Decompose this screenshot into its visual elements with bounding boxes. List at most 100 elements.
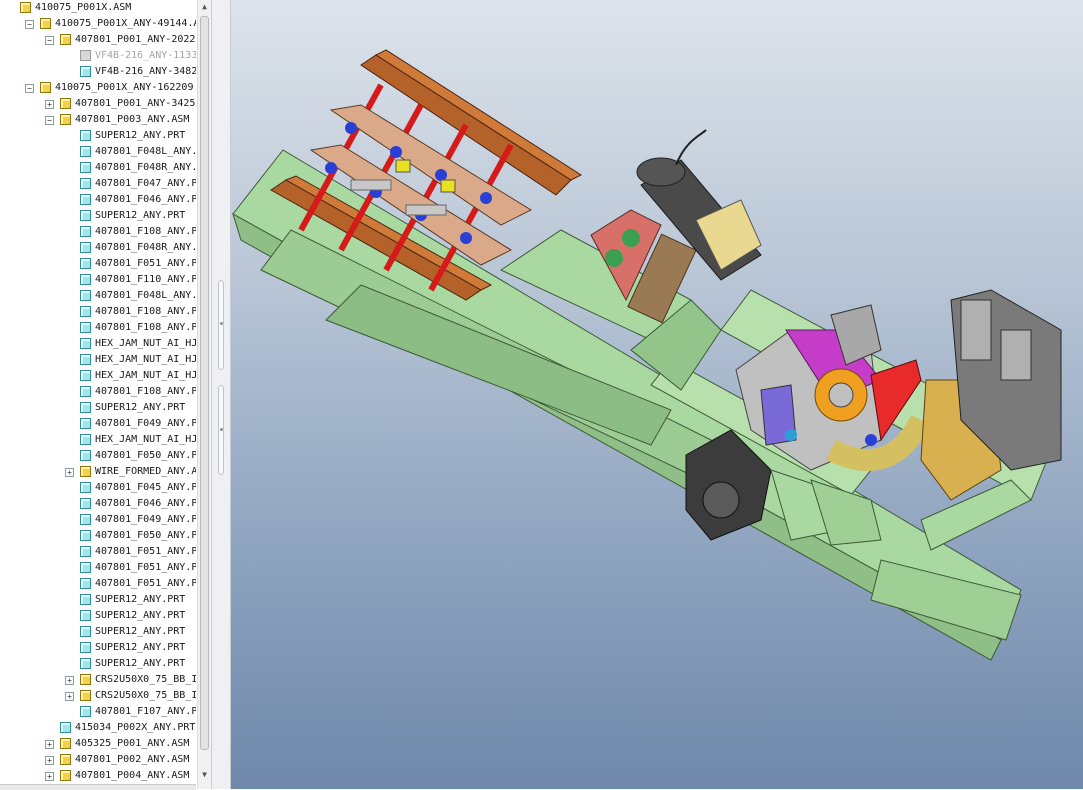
tree-item[interactable]: 410075_P001X.ASM [0,0,196,16]
pane-splitter[interactable] [211,0,231,789]
tree-item[interactable]: VF4B-216_ANY-113367 [0,48,196,64]
part-icon [80,626,91,637]
tree-item[interactable]: + CRS2U50X0_75_BB_I_T [0,688,196,704]
tree-item[interactable]: SUPER12_ANY.PRT [0,592,196,608]
tree-item[interactable]: 407801_F049_ANY.PRT [0,416,196,432]
3d-graphics-viewport[interactable] [231,0,1083,789]
tree-item-label: 407801_P001_ANY-202231 [75,34,196,45]
assembly-icon [60,114,71,125]
tree-item[interactable]: +407801_P004_ANY.ASM [0,768,196,784]
tree-item[interactable]: 407801_F050_ANY.PRT [0,528,196,544]
assembly-icon [80,466,91,477]
part-icon [80,642,91,653]
tree-item[interactable]: SUPER12_ANY.PRT [0,608,196,624]
collapse-icon[interactable]: − [45,116,54,125]
part-icon [80,498,91,509]
tree-item-label: 407801_F108_ANY.PRT [95,322,196,333]
tree-item-label: HEX_JAM_NUT_AI_HJNU [95,338,196,349]
tree-item[interactable]: + WIRE_FORMED_ANY.ASM [0,464,196,480]
collapse-icon[interactable]: − [25,20,34,29]
scroll-down-arrow-icon[interactable]: ▼ [198,768,211,782]
tree-item-label: SUPER12_ANY.PRT [95,130,186,141]
part-icon [80,610,91,621]
tree-scrollbar[interactable]: ▲ ▼ [197,0,211,789]
assembly-icon [60,754,71,765]
tree-item[interactable]: SUPER12_ANY.PRT [0,656,196,672]
tree-item[interactable]: SUPER12_ANY.PRT [0,208,196,224]
tree-item[interactable]: 407801_F048R_ANY.PR [0,160,196,176]
tree-item[interactable]: HEX_JAM_NUT_AI_HJNU [0,432,196,448]
tree-item[interactable]: 407801_F108_ANY.PRT [0,320,196,336]
part-icon [80,242,91,253]
tree-item-label: 407801_F045_ANY.PRT [95,482,196,493]
tree-item[interactable]: +407801_P001_ANY-342579 [0,96,196,112]
part-icon [80,338,91,349]
tree-item[interactable]: +407801_P002_ANY.ASM [0,752,196,768]
tree-item-label: 407801_F108_ANY.PRT [95,386,196,397]
tree-item[interactable]: SUPER12_ANY.PRT [0,400,196,416]
scroll-up-arrow-icon[interactable]: ▲ [198,0,211,14]
part-icon [60,722,71,733]
tree-item[interactable]: SUPER12_ANY.PRT [0,624,196,640]
collapse-icon[interactable]: − [25,84,34,93]
splitter-grip-icon [220,322,223,325]
tree-item-label: 407801_F050_ANY.PRT [95,450,196,461]
tree-item[interactable]: 407801_F047_ANY.PRT [0,176,196,192]
part-icon [80,210,91,221]
tree-item[interactable]: SUPER12_ANY.PRT [0,128,196,144]
tree-item[interactable]: 407801_F108_ANY.PRT [0,304,196,320]
tree-item[interactable]: 407801_F049_ANY.PRT [0,512,196,528]
tree-item[interactable]: 415034_P002X_ANY.PRT [0,720,196,736]
tree-item[interactable]: 407801_F046_ANY.PRT [0,192,196,208]
tree-item[interactable]: 407801_F051_ANY.PRT [0,560,196,576]
tree-item[interactable]: − 410075_P001X_ANY-162209.AS [0,80,196,96]
tree-item[interactable]: 407801_F108_ANY.PRT [0,384,196,400]
tree-item-label: 415034_P002X_ANY.PRT [75,722,196,733]
tree-item[interactable]: 407801_F046_ANY.PRT [0,496,196,512]
part-icon [80,322,91,333]
expand-icon[interactable]: + [45,756,54,765]
tree-item-label: HEX_JAM_NUT_AI_HJNU [95,370,196,381]
expand-icon[interactable]: + [65,468,74,477]
splitter-handle-upper[interactable] [218,280,224,370]
tree-item[interactable]: 407801_F051_ANY.PRT [0,544,196,560]
tree-item[interactable]: 407801_F048L_ANY.PR [0,144,196,160]
expand-icon[interactable]: + [65,692,74,701]
part-icon [80,434,91,445]
assembly-icon [20,2,31,13]
tree-item[interactable]: − 407801_P001_ANY-202231 [0,32,196,48]
tree-item-label: HEX_JAM_NUT_AI_HJNU [95,434,196,445]
model-tree-panel[interactable]: 410075_P001X.ASM −410075_P001X_ANY-49144.… [0,0,196,789]
tree-item[interactable]: 407801_F051_ANY.PRT [0,576,196,592]
tree-item[interactable]: 407801_F110_ANY.PRT [0,272,196,288]
tree-item-label: 407801_P004_ANY.ASM [75,770,190,781]
expand-icon[interactable]: + [45,740,54,749]
tree-item[interactable]: + CRS2U50X0_75_BB_I_T [0,672,196,688]
tree-item[interactable]: − 410075_P001X_ANY-49144.ASM [0,16,196,32]
expand-icon[interactable]: + [45,772,54,781]
tree-item-label: 407801_F108_ANY.PRT [95,226,196,237]
tree-item[interactable]: VF4B-216_ANY-34825. [0,64,196,80]
tree-item[interactable]: 407801_F108_ANY.PRT [0,224,196,240]
part-icon [80,162,91,173]
tree-item[interactable]: 407801_F048R_ANY.PR [0,240,196,256]
part-icon [80,482,91,493]
tree-item-label: CRS2U50X0_75_BB_I_T [95,674,196,685]
tree-item[interactable]: 407801_F045_ANY.PRT [0,480,196,496]
tree-item[interactable]: HEX_JAM_NUT_AI_HJNU [0,336,196,352]
tree-item[interactable]: +405325_P001_ANY.ASM [0,736,196,752]
tree-item[interactable]: HEX_JAM_NUT_AI_HJNU [0,368,196,384]
scroll-thumb[interactable] [200,16,209,750]
tree-item[interactable]: 407801_F107_ANY.PRT [0,704,196,720]
expand-icon[interactable]: + [65,676,74,685]
tree-item-label: 407801_F046_ANY.PRT [95,498,196,509]
tree-item[interactable]: 407801_F050_ANY.PRT [0,448,196,464]
tree-item-label: SUPER12_ANY.PRT [95,594,186,605]
tree-item[interactable]: − 407801_P003_ANY.ASM [0,112,196,128]
tree-item[interactable]: 407801_F051_ANY.PRT [0,256,196,272]
collapse-icon[interactable]: − [45,36,54,45]
tree-item[interactable]: 407801_F048L_ANY.PR [0,288,196,304]
tree-item[interactable]: HEX_JAM_NUT_AI_HJNU [0,352,196,368]
tree-item[interactable]: SUPER12_ANY.PRT [0,640,196,656]
expand-icon[interactable]: + [45,100,54,109]
